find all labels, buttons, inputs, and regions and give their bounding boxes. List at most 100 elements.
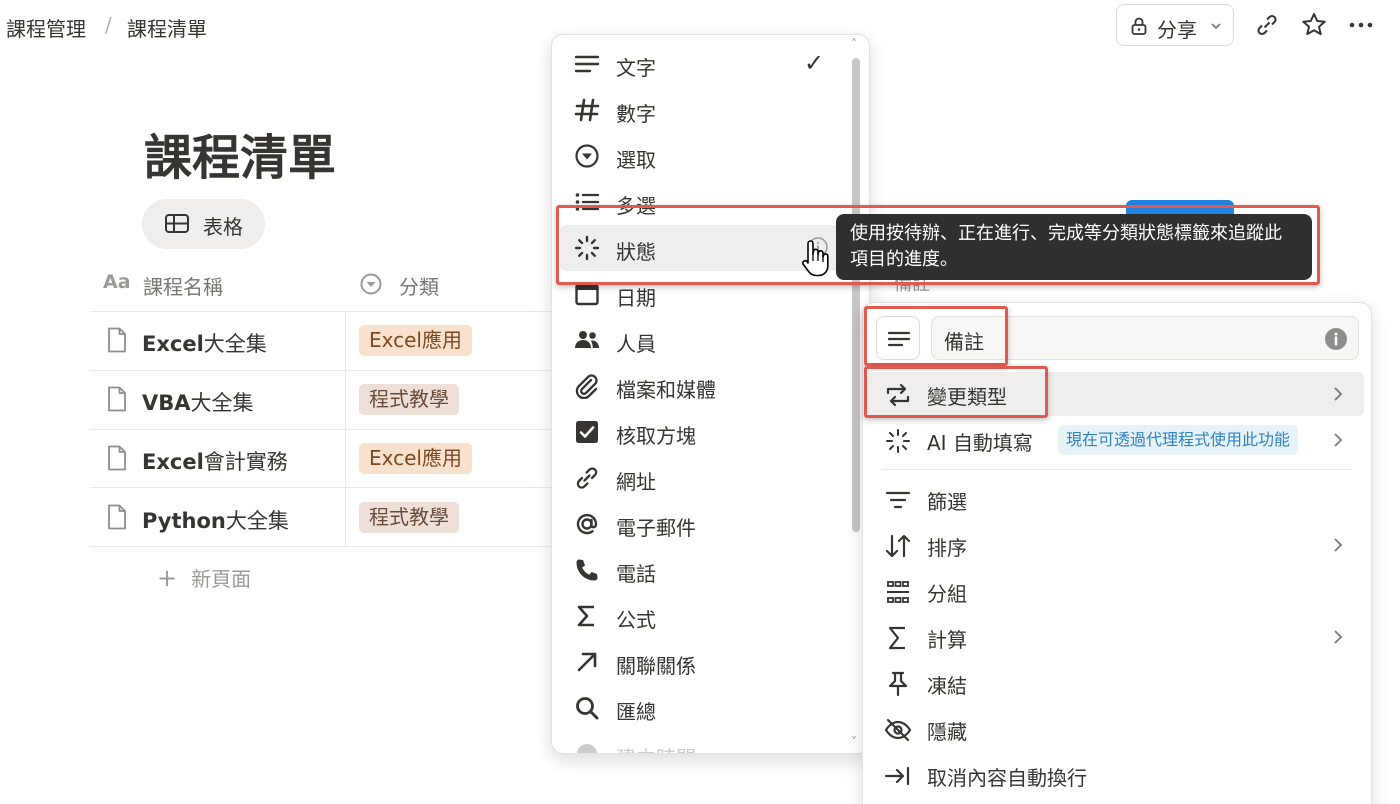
row-title[interactable]: Python大全集	[142, 505, 289, 535]
page-title: 課程清單	[144, 130, 337, 186]
chevron-right-icon	[1328, 384, 1348, 404]
type-option-phone[interactable]: 電話	[552, 547, 852, 593]
type-option-label: 人員	[616, 332, 656, 356]
column-header-name[interactable]: 課程名稱	[143, 271, 223, 300]
divider	[90, 370, 560, 371]
breadcrumb-separator: /	[105, 13, 112, 37]
type-option-person[interactable]: 人員	[552, 317, 852, 363]
freeze-label: 凍結	[927, 674, 967, 698]
row-title[interactable]: Excel大全集	[142, 328, 267, 358]
type-option-label: 日期	[616, 286, 656, 310]
unwrap-item[interactable]: 取消內容自動換行	[866, 753, 1364, 797]
type-option-email[interactable]: 電子郵件	[552, 501, 852, 547]
filter-label: 篩選	[927, 490, 967, 514]
type-option-relation[interactable]: 關聯關係	[552, 639, 852, 685]
eye-off-icon	[884, 716, 912, 744]
type-option-files[interactable]: 檔案和媒體	[552, 363, 852, 409]
scrollbar[interactable]	[852, 58, 860, 532]
group-item[interactable]: 分組	[866, 569, 1364, 613]
type-option-label: 公式	[616, 608, 656, 632]
type-option-select[interactable]: 選取	[552, 133, 852, 179]
unwrap-icon	[884, 762, 912, 790]
sort-item[interactable]: 排序	[866, 523, 1364, 567]
pin-icon	[884, 670, 912, 698]
highlight-box	[556, 205, 1320, 285]
ai-autofill-label: AI 自動填寫	[927, 431, 1033, 455]
type-option-label: 網址	[616, 470, 656, 494]
scroll-down-icon[interactable]: ˅	[851, 735, 857, 749]
sparkle-icon	[884, 427, 912, 455]
more-icon[interactable]	[1346, 10, 1376, 40]
type-option-checkbox[interactable]: 核取方塊	[552, 409, 852, 455]
property-type-menu: 文字 ✓ 數字 選取 多選 狀態 日期 人員 檔案和媒體 核取方塊 網址 電子郵…	[551, 34, 870, 754]
category-tag[interactable]: Excel應用	[359, 443, 472, 474]
calculate-item[interactable]: 計算	[866, 615, 1364, 659]
clock-icon	[574, 741, 600, 753]
category-tag[interactable]: Excel應用	[359, 325, 472, 356]
checkmark-icon: ✓	[804, 49, 825, 77]
type-option-label: 關聯關係	[616, 654, 696, 678]
people-icon	[574, 327, 600, 353]
page-icon	[104, 444, 130, 472]
info-icon[interactable]	[1324, 327, 1348, 351]
text-property-icon: Aa	[103, 271, 131, 293]
view-tab-label: 表格	[203, 215, 243, 239]
category-tag[interactable]: 程式教學	[359, 502, 459, 533]
share-button[interactable]: 分享	[1116, 4, 1234, 46]
column-divider	[345, 311, 346, 546]
star-icon[interactable]	[1299, 10, 1329, 40]
arrow-up-right-icon	[574, 649, 600, 675]
view-tab-table[interactable]: 表格	[142, 199, 265, 249]
type-option-label: 選取	[616, 148, 656, 172]
type-option-formula[interactable]: 公式	[552, 593, 852, 639]
type-option-label: 建立時間	[616, 742, 696, 753]
phone-icon	[574, 557, 600, 583]
type-option-label: 數字	[616, 102, 656, 126]
freeze-item[interactable]: 凍結	[866, 661, 1364, 705]
ai-feature-badge: 現在可透過代理程式使用此功能	[1058, 425, 1299, 455]
new-page-button[interactable]: + 新頁面	[157, 563, 251, 592]
text-icon	[574, 51, 600, 77]
sigma-icon	[574, 603, 600, 629]
type-option-rollup[interactable]: 匯總	[552, 685, 852, 731]
breadcrumb-parent[interactable]: 課程管理	[6, 13, 86, 42]
type-option-label: 文字	[616, 56, 656, 80]
type-option-created-time[interactable]: 建立時間	[552, 731, 852, 753]
link-icon	[574, 465, 600, 491]
chevron-right-icon	[1328, 535, 1348, 555]
row-title[interactable]: VBA大全集	[142, 387, 254, 417]
chevron-right-icon	[1328, 627, 1348, 647]
hide-item[interactable]: 隱藏	[866, 707, 1364, 751]
divider	[90, 487, 560, 488]
row-title[interactable]: Excel會計實務	[142, 446, 288, 476]
ai-autofill-item[interactable]: AI 自動填寫 現在可透過代理程式使用此功能	[866, 418, 1364, 462]
type-option-text[interactable]: 文字 ✓	[552, 41, 852, 87]
type-option-label: 電子郵件	[616, 516, 696, 540]
page-icon	[104, 503, 130, 531]
type-option-label: 電話	[616, 562, 656, 586]
breadcrumb-current[interactable]: 課程清單	[127, 13, 207, 42]
hide-label: 隱藏	[927, 720, 967, 744]
divider	[882, 469, 1352, 470]
table-icon	[164, 212, 190, 236]
divider	[90, 546, 560, 547]
type-option-url[interactable]: 網址	[552, 455, 852, 501]
chevron-down-icon	[1209, 19, 1223, 33]
group-label: 分組	[927, 582, 967, 606]
filter-item[interactable]: 篩選	[866, 477, 1364, 521]
page-icon	[104, 385, 130, 413]
scroll-up-icon[interactable]: ˄	[851, 37, 857, 51]
new-page-label: 新頁面	[191, 567, 252, 591]
sort-label: 排序	[927, 536, 967, 560]
column-header-category[interactable]: 分類	[399, 271, 439, 300]
link-icon[interactable]	[1252, 10, 1282, 40]
divider	[90, 311, 560, 312]
checkbox-icon	[574, 419, 600, 445]
category-tag[interactable]: 程式教學	[359, 384, 459, 415]
select-property-icon	[359, 272, 383, 296]
highlight-box	[864, 366, 1048, 418]
type-option-label: 檔案和媒體	[616, 378, 716, 402]
plus-icon: +	[157, 564, 178, 592]
type-option-number[interactable]: 數字	[552, 87, 852, 133]
chevron-right-icon	[1328, 430, 1348, 450]
